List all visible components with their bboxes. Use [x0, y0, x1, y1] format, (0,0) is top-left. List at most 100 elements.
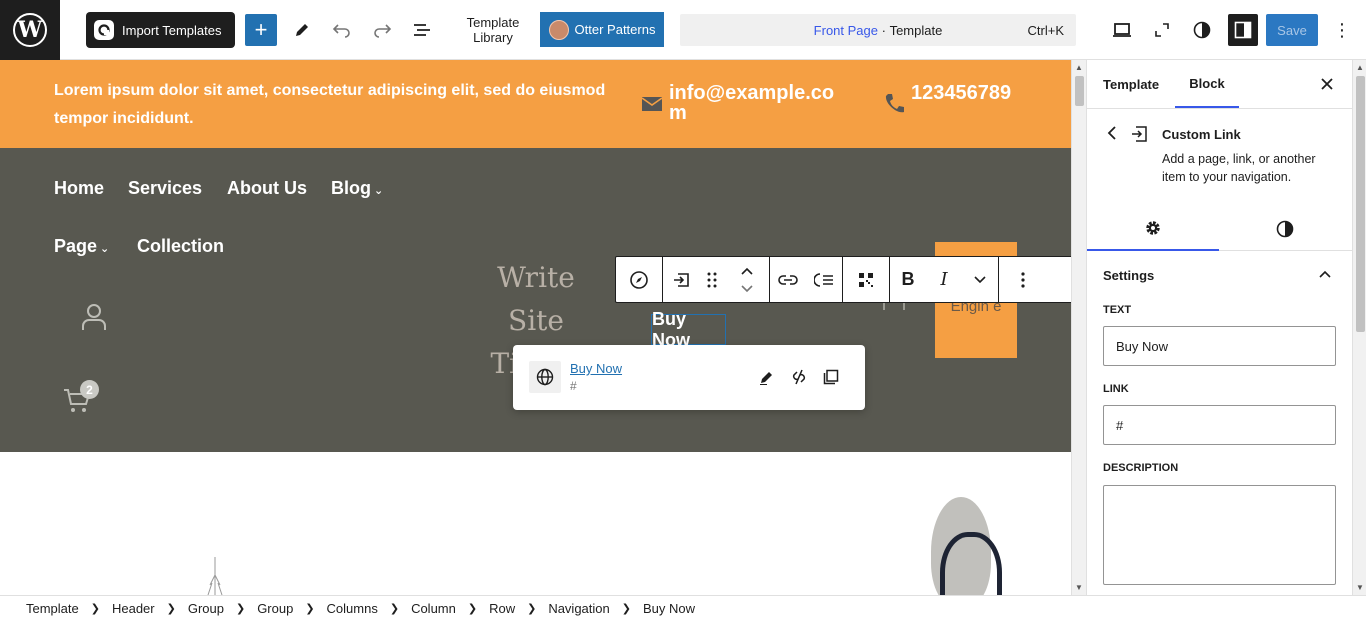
link-preview-title[interactable]: Buy Now	[570, 361, 622, 376]
nav-item-collection[interactable]: Collection	[137, 236, 224, 257]
more-vertical-icon: ⋮	[1333, 19, 1351, 40]
move-up-down-buttons[interactable]	[725, 257, 769, 302]
import-templates-label: Import Templates	[122, 22, 222, 38]
breadcrumb-item[interactable]: Group	[257, 601, 293, 616]
scrollbar-thumb[interactable]	[1075, 76, 1084, 106]
nav-item-page[interactable]: Page ⌄	[54, 236, 109, 257]
nav-item-home[interactable]: Home	[54, 178, 104, 199]
breadcrumb-item[interactable]: Header	[112, 601, 155, 616]
qr-icon	[859, 272, 873, 287]
nav-label: Home	[54, 178, 105, 198]
wordpress-icon: W	[13, 13, 47, 47]
scroll-down-icon[interactable]: ▼	[1075, 583, 1083, 592]
more-rich-text-button[interactable]	[962, 257, 998, 302]
editor-canvas[interactable]: Lorem ipsum dolor sit amet, consectetur …	[0, 60, 1071, 595]
contact-phone[interactable]: 123456789	[911, 83, 1013, 103]
nav-item-about-us[interactable]: About Us	[227, 178, 307, 199]
text-field[interactable]	[1103, 326, 1336, 366]
block-toolbar: B I	[615, 256, 1085, 303]
bold-button[interactable]: B	[890, 257, 926, 302]
breadcrumb-item[interactable]: Navigation	[548, 601, 609, 616]
italic-button[interactable]: I	[926, 257, 962, 302]
custom-link-icon	[674, 272, 689, 287]
nav-item-services[interactable]: Services	[128, 178, 202, 199]
italic-icon: I	[940, 269, 948, 290]
scrollbar-thumb[interactable]	[1356, 76, 1365, 332]
scroll-down-icon[interactable]: ▼	[1356, 583, 1364, 592]
nav-label: Page	[54, 236, 98, 256]
breadcrumb-item[interactable]: Columns	[327, 601, 378, 616]
drag-handle[interactable]	[699, 257, 725, 302]
styles-button[interactable]	[1188, 16, 1216, 44]
desktop-icon	[1113, 23, 1131, 37]
unlink-icon	[792, 369, 806, 385]
copy-link-button[interactable]	[819, 365, 843, 389]
sidebar-scrollbar[interactable]: ▲ ▼	[1352, 60, 1366, 595]
add-block-button[interactable]: +	[245, 14, 277, 46]
otter-patterns-label: Otter Patterns	[574, 22, 656, 37]
nav-label: Collection	[137, 236, 225, 256]
tab-settings[interactable]	[1087, 206, 1219, 251]
command-palette-bar[interactable]: Front Page · Template Ctrl+K	[680, 14, 1076, 46]
edit-tool-button[interactable]	[288, 16, 316, 44]
parent-block-group	[616, 257, 663, 302]
document-overview-button[interactable]	[408, 16, 436, 44]
edit-link-button[interactable]	[755, 365, 779, 389]
save-button[interactable]: Save	[1266, 14, 1318, 46]
fullscreen-button[interactable]	[1148, 16, 1176, 44]
breadcrumb-item[interactable]: Column	[411, 601, 456, 616]
add-submenu-button[interactable]	[806, 257, 842, 302]
breadcrumb-item[interactable]: Group	[188, 601, 224, 616]
nav-label: About Us	[227, 178, 307, 198]
buy-now-link-selected[interactable]: Buy Now	[651, 309, 726, 350]
user-account-icon[interactable]	[80, 302, 108, 332]
settings-sidebar: Template Block Custom Link Add a page, l…	[1086, 60, 1366, 595]
pencil-icon	[296, 24, 308, 36]
close-sidebar-button[interactable]	[1315, 72, 1339, 96]
hero-section	[0, 452, 1071, 595]
link-tools-group	[770, 257, 843, 302]
tab-template[interactable]: Template	[1103, 60, 1159, 108]
block-type-button[interactable]	[663, 257, 699, 302]
top-strip-text[interactable]: Lorem ipsum dolor sit amet, consectetur …	[54, 77, 624, 133]
edit-link-button[interactable]	[770, 257, 806, 302]
nav-item-blog[interactable]: Blog ⌄	[331, 178, 383, 199]
bold-icon: B	[901, 269, 915, 289]
device-preview-button[interactable]	[1108, 16, 1136, 44]
pencil-icon	[760, 372, 772, 385]
import-templates-button[interactable]: Import Templates	[86, 12, 235, 48]
undo-button[interactable]	[328, 16, 356, 44]
description-field[interactable]	[1103, 485, 1336, 585]
tab-styles[interactable]	[1219, 206, 1351, 251]
block-options-button[interactable]	[999, 257, 1047, 302]
breadcrumb-item[interactable]: Template	[26, 601, 79, 616]
qr-code-button[interactable]	[843, 257, 889, 302]
current-page-name: Front Page	[813, 22, 878, 38]
chevron-right-icon: ❯	[467, 602, 478, 615]
tab-block[interactable]: Block	[1175, 60, 1239, 108]
back-button[interactable]	[1107, 126, 1117, 143]
link-field[interactable]	[1103, 405, 1336, 445]
redo-button[interactable]	[368, 16, 396, 44]
settings-sidebar-toggle[interactable]	[1228, 14, 1258, 46]
template-library-button[interactable]: Template Library	[458, 14, 528, 46]
select-parent-button[interactable]	[616, 257, 662, 302]
block-type-group	[663, 257, 770, 302]
contact-email[interactable]: info@example.com	[669, 83, 844, 123]
save-label: Save	[1277, 22, 1307, 38]
chevron-right-icon: ❯	[90, 602, 100, 615]
otter-patterns-button[interactable]: Otter Patterns	[540, 12, 664, 47]
collapse-panel-button[interactable]	[1315, 264, 1335, 284]
breadcrumb-item-current[interactable]: Buy Now	[643, 601, 695, 616]
copy-icon	[823, 369, 839, 385]
settings-panel-title[interactable]: Settings	[1103, 268, 1154, 283]
breadcrumb-item[interactable]: Row	[489, 601, 515, 616]
unlink-button[interactable]	[787, 365, 811, 389]
undo-icon	[332, 24, 350, 38]
scroll-up-icon[interactable]: ▲	[1356, 63, 1364, 72]
canvas-scrollbar[interactable]: ▲ ▼	[1071, 60, 1086, 595]
options-menu-button[interactable]: ⋮	[1328, 16, 1356, 44]
wordpress-logo[interactable]: W	[0, 0, 60, 60]
globe-icon	[529, 361, 561, 393]
scroll-up-icon[interactable]: ▲	[1075, 63, 1083, 72]
